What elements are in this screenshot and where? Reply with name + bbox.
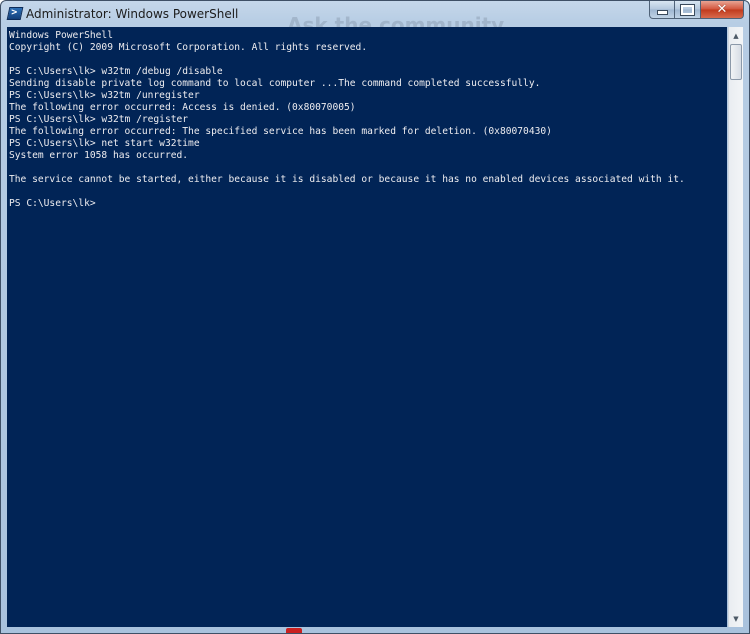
window-title: Administrator: Windows PowerShell: [26, 7, 239, 21]
maximize-icon: [680, 3, 695, 16]
console-line: System error 1058 has occurred.: [9, 150, 189, 161]
console-line: The service cannot be started, either be…: [9, 174, 685, 185]
maximize-button[interactable]: [675, 1, 701, 19]
vertical-scrollbar[interactable]: ▲ ▼: [728, 27, 743, 627]
console-line: PS C:\Users\lk> w32tm /register: [9, 114, 189, 125]
close-icon: ✕: [716, 2, 728, 17]
scroll-down-arrow-icon[interactable]: ▼: [729, 611, 743, 626]
minimize-button[interactable]: [649, 1, 675, 19]
close-button[interactable]: ✕: [701, 1, 744, 19]
console-line: PS C:\Users\lk>: [9, 198, 96, 209]
minimize-icon: [656, 10, 668, 15]
powershell-icon[interactable]: >: [6, 7, 24, 20]
console-line: The following error occurred: Access is …: [9, 102, 356, 113]
scroll-thumb[interactable]: [730, 44, 742, 80]
console-line: Copyright (C) 2009 Microsoft Corporation…: [9, 42, 368, 53]
prompt-glyph: >: [11, 7, 18, 18]
console-line: Sending disable private log command to l…: [9, 78, 541, 89]
background-page-mark: [286, 628, 302, 633]
console-line: PS C:\Users\lk> w32tm /debug /disable: [9, 66, 223, 77]
window-bottom-frame: [1, 627, 749, 633]
title-bar[interactable]: > Administrator: Windows PowerShell Ask …: [1, 1, 749, 37]
console-text: Windows PowerShell Copyright (C) 2009 Mic…: [9, 30, 685, 210]
console-line: Windows PowerShell: [9, 30, 113, 41]
console-line: PS C:\Users\lk> w32tm /unregister: [9, 90, 200, 101]
console-line: PS C:\Users\lk> net start w32time: [9, 138, 200, 149]
scroll-up-arrow-icon[interactable]: ▲: [729, 28, 743, 43]
powershell-window: > Administrator: Windows PowerShell Ask …: [0, 0, 750, 634]
console-output[interactable]: Windows PowerShell Copyright (C) 2009 Mic…: [7, 27, 727, 627]
console-line: The following error occurred: The specif…: [9, 126, 552, 137]
caption-buttons: ✕: [649, 1, 744, 20]
